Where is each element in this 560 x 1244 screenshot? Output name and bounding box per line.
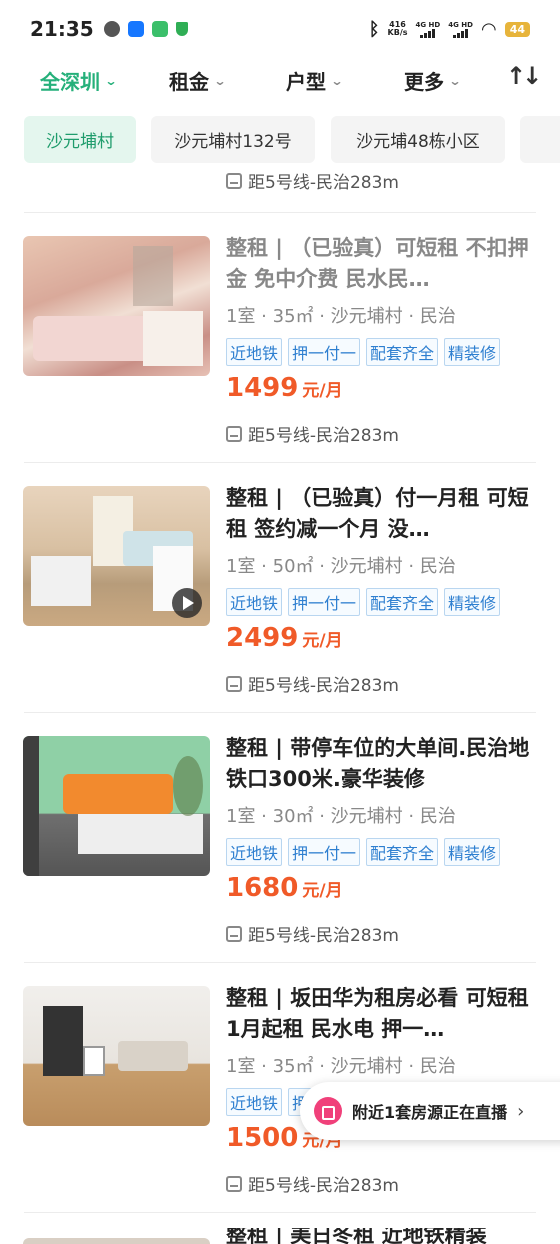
listing-photo[interactable] — [23, 1238, 210, 1244]
listing-photo[interactable] — [23, 236, 210, 376]
alipay-icon — [127, 21, 144, 37]
tag-furnished: 配套齐全 — [366, 338, 439, 366]
clock: 21:35 — [30, 17, 94, 41]
divider — [24, 962, 536, 963]
chevron-down-icon: ⌄ — [448, 73, 462, 88]
chevron-down-icon: ⌄ — [213, 73, 227, 88]
listing-title: 整租 | 美日冬租 近地铁精装 — [226, 1228, 487, 1244]
listing-subway: 距5号线-民治283m — [226, 1171, 399, 1196]
train-icon — [226, 425, 242, 442]
filter-rent[interactable]: 租金 ⌄ — [169, 66, 227, 95]
system-indicators: ᛒ 416 KB/s 4G HD 4G HD ◠ 44 — [369, 19, 530, 40]
filter-more[interactable]: 更多 ⌄ — [404, 66, 462, 95]
app-notification-icon — [151, 21, 168, 37]
filter-city[interactable]: 全深圳 ⌄ — [40, 66, 118, 95]
chevron-right-icon: › — [517, 1100, 525, 1122]
listing-tags: 近地铁 押一付一 配套齐全 精装修 — [226, 338, 501, 366]
tag-near-subway: 近地铁 — [226, 838, 283, 866]
chip-shayuanpu-132[interactable]: 沙元埔村132号 — [151, 116, 315, 163]
tag-renovated: 精装修 — [444, 338, 501, 366]
shield-icon — [175, 22, 188, 36]
status-bar: 21:35 ᛒ 416 KB/s 4G HD 4G HD ◠ 44 — [0, 0, 560, 58]
play-video-icon[interactable] — [172, 588, 202, 618]
listing-card[interactable]: 整租 | 带停车位的大单间.民治地铁口300米.豪华装修 1室 · 30㎡ · … — [0, 736, 560, 986]
network-speed: 416 KB/s — [387, 20, 408, 37]
divider — [24, 1212, 536, 1213]
area-chips: 沙元埔村 沙元埔村132号 沙元埔48栋小区 — [0, 116, 560, 164]
train-icon — [226, 925, 242, 942]
listing-subway: 距5号线-民治283m — [226, 921, 399, 946]
listing-price: 1680 元/月 — [226, 873, 343, 903]
train-icon — [226, 675, 242, 692]
listing-title: 整租 | （已验真）付一月租 可短租 签约减一个月 没… — [226, 486, 529, 541]
listing-meta: 1室 · 35㎡ · 沙元埔村 · 民治 — [226, 306, 456, 327]
tag-near-subway: 近地铁 — [226, 338, 283, 366]
notification-icons — [103, 21, 188, 37]
tag-near-subway: 近地铁 — [226, 1088, 283, 1116]
sim2-signal-icon: 4G HD — [448, 21, 473, 38]
chevron-down-icon: ⌄ — [330, 73, 344, 88]
tag-renovated: 精装修 — [444, 588, 501, 616]
listing-card[interactable]: 整租 | （已验真）可短租 不扣押金 免中介费 民水民… 1室 · 35㎡ · … — [0, 236, 560, 486]
tag-deposit: 押一付一 — [288, 838, 361, 866]
listing-meta: 1室 · 35㎡ · 沙元埔村 · 民治 — [226, 1056, 456, 1077]
train-icon — [226, 172, 242, 189]
tag-renovated: 精装修 — [444, 838, 501, 866]
battery-icon: 44 — [504, 21, 530, 37]
wifi-icon: ◠ — [480, 18, 497, 40]
divider — [24, 712, 536, 713]
chip-partial[interactable] — [520, 116, 560, 163]
listing-card[interactable]: 整租 | （已验真）付一月租 可短租 签约减一个月 没… 1室 · 50㎡ · … — [0, 486, 560, 736]
chip-shayuanpu-village[interactable]: 沙元埔村 — [24, 116, 136, 163]
listing-price: 1499 元/月 — [226, 373, 343, 403]
train-icon — [226, 1175, 242, 1192]
tag-deposit: 押一付一 — [288, 338, 361, 366]
chip-shayuanpu-48[interactable]: 沙元埔48栋小区 — [331, 116, 505, 163]
listing-photo[interactable] — [23, 486, 210, 626]
top-partial-subway: 距5号线-民治283m — [226, 168, 399, 193]
listing-tags: 近地铁 押一付一 配套齐全 精装修 — [226, 588, 501, 616]
listing-title: 整租 | （已验真）可短租 不扣押金 免中介费 民水民… — [226, 236, 529, 291]
live-stream-banner[interactable]: 附近1套房源正在直播 › — [300, 1082, 560, 1140]
divider — [24, 462, 536, 463]
sim1-signal-icon: 4G HD — [416, 21, 440, 38]
tag-furnished: 配套齐全 — [366, 838, 439, 866]
listing-subway: 距5号线-民治283m — [226, 421, 399, 446]
listing-price: 2499 元/月 — [226, 623, 343, 653]
listing-title: 整租 | 坂田华为租房必看 可短租1月起租 民水电 押一… — [226, 986, 529, 1041]
divider — [24, 212, 536, 213]
sort-icon[interactable]: ↑↓ — [506, 62, 542, 90]
listing-tags: 近地铁 押一付一 配套齐全 精装修 — [226, 838, 501, 866]
filter-bar: 全深圳 ⌄ 租金 ⌄ 户型 ⌄ 更多 ⌄ ↑↓ — [0, 58, 560, 100]
listing-meta: 1室 · 50㎡ · 沙元埔村 · 民治 — [226, 556, 456, 577]
chevron-down-icon: ⌄ — [104, 73, 118, 88]
bluetooth-icon: ᛒ — [368, 18, 380, 40]
listing-photo[interactable] — [23, 986, 210, 1126]
filter-layout[interactable]: 户型 ⌄ — [286, 66, 344, 95]
tag-near-subway: 近地铁 — [226, 588, 283, 616]
tag-deposit: 押一付一 — [288, 588, 361, 616]
listing-meta: 1室 · 30㎡ · 沙元埔村 · 民治 — [226, 806, 456, 827]
live-video-icon — [314, 1097, 342, 1125]
listing-subway: 距5号线-民治283m — [226, 671, 399, 696]
listing-photo[interactable] — [23, 736, 210, 876]
tag-furnished: 配套齐全 — [366, 588, 439, 616]
chat-bubble-icon — [103, 21, 120, 37]
listing-title: 整租 | 带停车位的大单间.民治地铁口300米.豪华装修 — [226, 736, 530, 791]
